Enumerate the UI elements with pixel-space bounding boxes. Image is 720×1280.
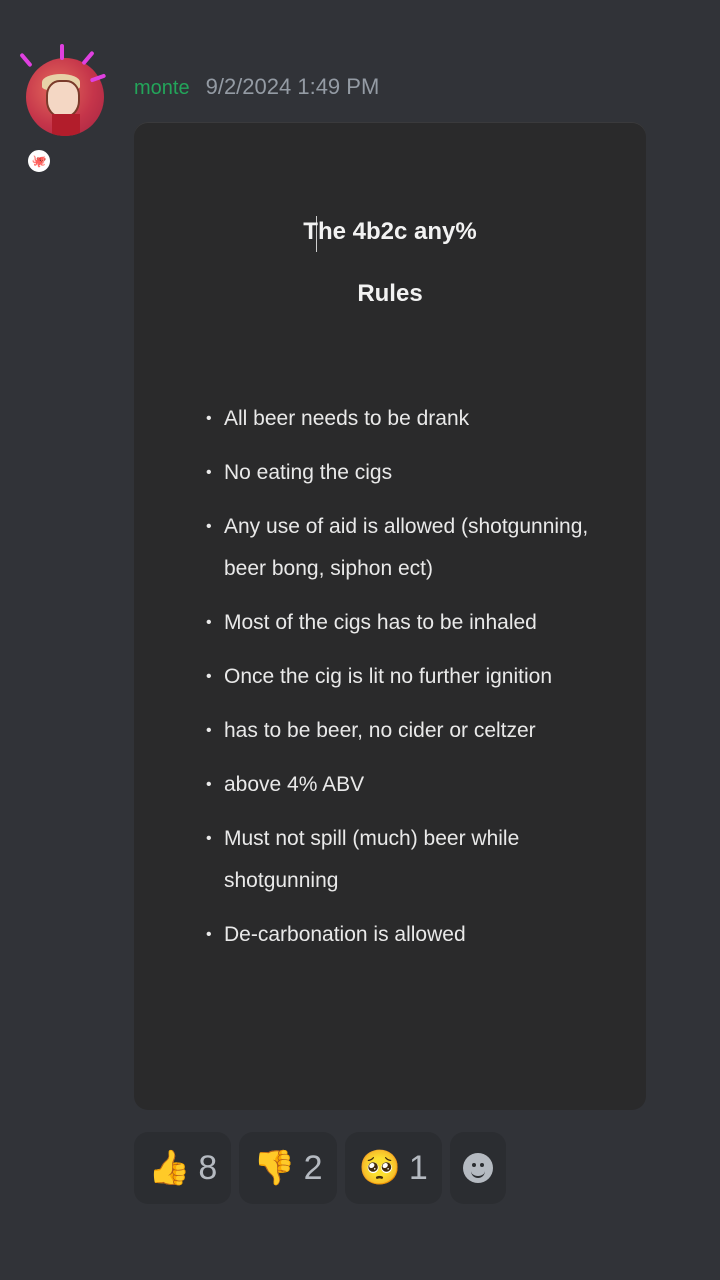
avatar-badge-icon: 🐙 — [26, 148, 52, 174]
rule-item: • No eating the cigs — [206, 452, 616, 494]
avatar-image — [26, 58, 104, 136]
rule-text: above 4% ABV — [224, 773, 365, 796]
rule-text: All beer needs to be drank — [224, 407, 470, 430]
rule-item: • has to be beer, no cider or celtzer — [206, 710, 616, 752]
rules-list: • All beer needs to be drank • No eating th… — [206, 398, 616, 968]
document-subtitle: Rules — [357, 280, 423, 307]
chat-message: 🐙 monte 9/2/2024 1:49 PM The 4b2c any% R… — [0, 0, 720, 1280]
thumbs-up-icon: 👍 — [148, 1148, 191, 1188]
bullet-icon: • — [206, 518, 212, 535]
bullet-icon: • — [206, 464, 212, 481]
avatar-face — [46, 80, 80, 118]
rule-item: • All beer needs to be drank — [206, 398, 616, 440]
rule-text: Most of the cigs has to be inhaled — [224, 611, 537, 634]
bullet-icon: • — [206, 926, 212, 943]
rule-item: • Most of the cigs has to be inhaled — [206, 602, 616, 644]
avatar-body — [52, 114, 80, 136]
reaction-count: 1 — [408, 1148, 428, 1187]
rule-item: • Once the cig is lit no further ignition — [206, 656, 616, 698]
bullet-icon: • — [206, 830, 212, 847]
rule-text: Must not spill (much) beer while shotgun… — [224, 827, 520, 892]
reaction-thumbs-down[interactable]: 👎 2 — [239, 1132, 337, 1204]
image-attachment[interactable]: The 4b2c any% Rules • All beer needs to b… — [134, 122, 646, 1110]
pleading-face-icon: 🥺 — [358, 1148, 401, 1188]
reaction-count: 8 — [198, 1148, 218, 1187]
bullet-icon: • — [206, 722, 212, 739]
reactions-bar: 👍 8 👎 2 🥺 1 — [134, 1132, 506, 1204]
document-title: The 4b2c any% — [303, 218, 477, 245]
rule-text: has to be beer, no cider or celtzer — [224, 719, 536, 742]
sparkle-icon — [19, 52, 33, 68]
rule-item: • above 4% ABV — [206, 764, 616, 806]
message-header: monte 9/2/2024 1:49 PM — [134, 74, 379, 104]
timestamp: 9/2/2024 1:49 PM — [205, 74, 380, 99]
avatar[interactable]: 🐙 — [19, 44, 107, 174]
sparkle-icon — [60, 44, 64, 60]
reaction-thumbs-up[interactable]: 👍 8 — [134, 1132, 232, 1204]
rule-text: De-carbonation is allowed — [224, 923, 466, 946]
rule-item: • Must not spill (much) beer while shotgu… — [206, 818, 616, 902]
sparkle-icon — [81, 50, 95, 66]
rule-text: No eating the cigs — [224, 461, 393, 484]
reaction-count: 2 — [303, 1148, 323, 1187]
add-reaction-icon — [462, 1153, 493, 1183]
bullet-icon: • — [206, 614, 212, 631]
rule-item: • Any use of aid is allowed (shotgunning,… — [206, 506, 616, 590]
rule-item: • De-carbonation is allowed — [206, 914, 616, 956]
bullet-icon: • — [206, 668, 212, 685]
username[interactable]: monte — [134, 77, 190, 100]
rule-text: Any use of aid is allowed (shotgunning, … — [224, 515, 589, 580]
reaction-pleading-face[interactable]: 🥺 1 — [344, 1132, 442, 1204]
rule-text: Once the cig is lit no further ignition — [224, 665, 553, 688]
add-reaction-button[interactable] — [449, 1132, 506, 1204]
bullet-icon: • — [206, 776, 212, 793]
thumbs-down-icon: 👎 — [253, 1148, 296, 1188]
bullet-icon: • — [206, 410, 212, 427]
